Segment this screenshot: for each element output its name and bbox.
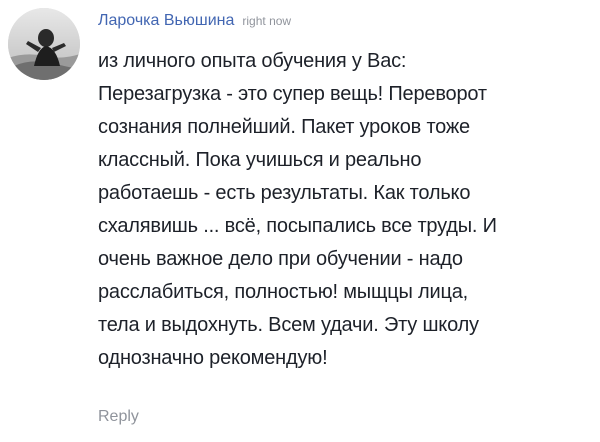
comment-actions: Reply xyxy=(98,406,139,428)
comment-text-line: сознания полнейший. Пакет уроков тоже xyxy=(98,116,470,138)
comment-text-line: расслабиться, полностью! мыщцы лица, xyxy=(98,281,468,303)
comment-text-line: Перезагрузка - это супер вещь! Переворот xyxy=(98,83,487,105)
comment-card: Ларочка Вьюшина right now из личного опыт… xyxy=(0,0,600,442)
comment-text-line: из личного опыта обучения у Вас: xyxy=(98,50,407,72)
author-name-link[interactable]: Ларочка Вьюшина xyxy=(98,12,234,29)
user-photo-avatar-icon xyxy=(8,8,80,80)
comment-text-line: однозначно рекомендую! xyxy=(98,347,328,369)
comment-body: Ларочка Вьюшина right now из личного опыт… xyxy=(98,8,596,375)
comment-text-line: работаешь - есть результаты. Как только xyxy=(98,182,471,204)
comment-text-line: схалявишь ... всё, посыпались все труды.… xyxy=(98,215,497,237)
comment-text-line: тела и выдохнуть. Всем удачи. Эту школу xyxy=(98,314,479,336)
reply-button[interactable]: Reply xyxy=(98,408,139,425)
comment-timestamp[interactable]: right now xyxy=(242,14,291,28)
comment-meta: Ларочка Вьюшина right now xyxy=(98,8,596,34)
comment-text: из личного опыта обучения у Вас: Перезаг… xyxy=(98,45,596,375)
comment-text-line: очень важное дело при обучении - надо xyxy=(98,248,463,270)
comment-text-line: классный. Пока учишься и реально xyxy=(98,149,422,171)
author-avatar[interactable] xyxy=(8,8,80,80)
